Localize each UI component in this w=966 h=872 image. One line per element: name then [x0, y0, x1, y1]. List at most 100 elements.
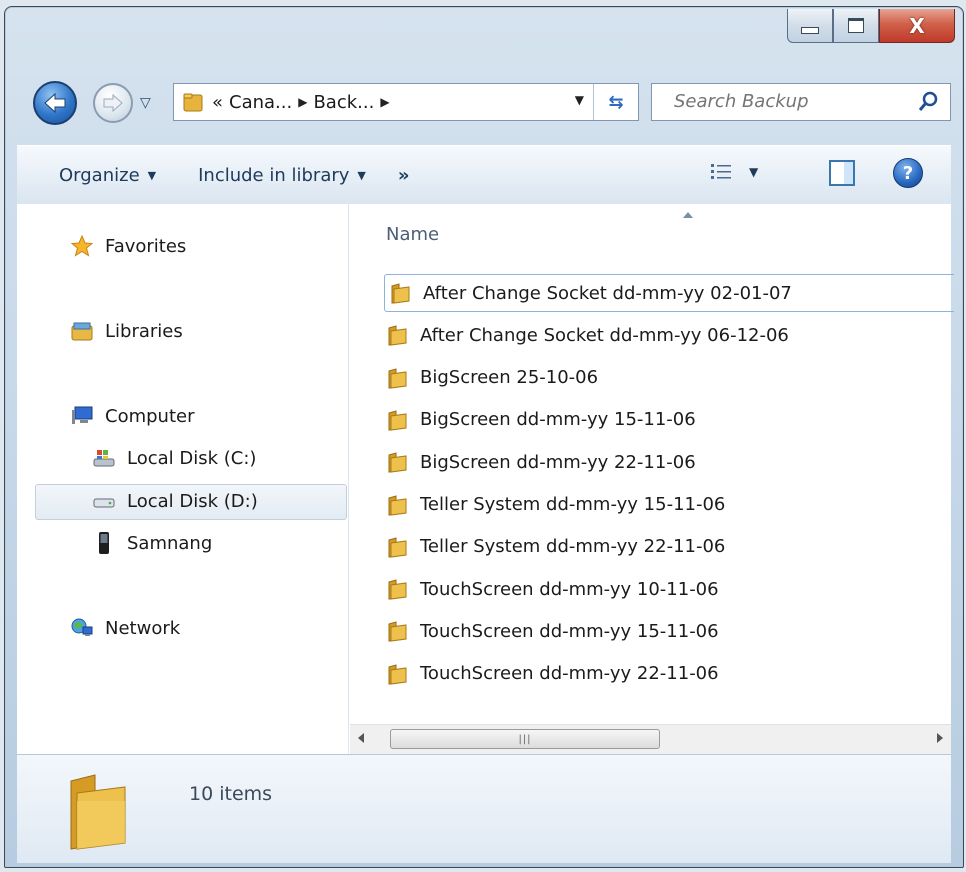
file-row-label: Teller System dd-mm-yy 15-11-06: [420, 494, 726, 515]
horizontal-scrollbar[interactable]: |||: [350, 724, 951, 755]
more-commands-button[interactable]: »: [398, 165, 410, 186]
view-dropdown-icon: ▼: [749, 165, 759, 179]
sidebar-item-label: Favorites: [105, 235, 187, 257]
system-drive-icon: [91, 446, 117, 470]
search-icon[interactable]: [916, 90, 940, 114]
breadcrumb-1[interactable]: Cana...: [229, 92, 292, 113]
folder-icon: [183, 93, 203, 112]
folder-icon: [388, 325, 407, 346]
scroll-left-icon[interactable]: [358, 733, 364, 743]
star-icon: [69, 234, 95, 258]
file-row-label: After Change Socket dd-mm-yy 02-01-07: [423, 282, 792, 304]
sidebar-item-label: Network: [105, 617, 181, 639]
details-view-icon: [711, 164, 731, 179]
navigation-row: ▽ « Cana... ▶ Back... ▶ ▼ ⇆: [5, 73, 963, 133]
drive-icon: [91, 489, 117, 513]
refresh-button[interactable]: ⇆: [593, 84, 638, 120]
forward-arrow-icon: [103, 93, 123, 113]
folder-icon: [388, 367, 407, 389]
folder-icon: [388, 579, 407, 600]
sidebar-item-local-disk-c[interactable]: Local Disk (C:): [91, 446, 256, 470]
file-row-label: TouchScreen dd-mm-yy 22-11-06: [420, 663, 719, 685]
folder-icon: [388, 537, 407, 558]
file-row-label: BigScreen dd-mm-yy 15-11-06: [420, 409, 696, 431]
folder-icon: [70, 774, 126, 850]
breadcrumb-separator-icon[interactable]: ▶: [298, 95, 307, 109]
preview-pane-button[interactable]: [829, 160, 855, 186]
sidebar-item-local-disk-d[interactable]: Local Disk (D:): [91, 489, 258, 513]
change-view-button[interactable]: ▼: [709, 161, 758, 183]
sidebar-item-libraries[interactable]: Libraries: [69, 319, 183, 343]
sidebar-item-label: Local Disk (C:): [127, 447, 257, 469]
folder-icon: [388, 410, 407, 431]
network-icon: [69, 616, 95, 640]
sidebar-item-label: Computer: [105, 405, 195, 427]
file-row[interactable]: After Change Socket dd-mm-yy 06-12-06: [386, 316, 789, 354]
minimize-button[interactable]: [787, 9, 833, 43]
folder-icon: [388, 664, 407, 685]
details-pane: 10 items: [17, 754, 951, 863]
file-row[interactable]: Teller System dd-mm-yy 15-11-06: [386, 486, 725, 524]
scroll-right-icon[interactable]: [937, 733, 943, 743]
file-row[interactable]: After Change Socket dd-mm-yy 02-01-07: [384, 274, 954, 312]
chevron-down-icon: ▼: [147, 168, 157, 182]
content-area: Favorites Libraries Computer Local Disk …: [17, 204, 954, 755]
title-bar[interactable]: X: [5, 7, 963, 65]
organize-menu[interactable]: Organize ▼: [59, 165, 156, 186]
breadcrumb-2[interactable]: Back...: [313, 92, 374, 113]
close-icon: X: [909, 13, 925, 38]
sidebar-item-label: Libraries: [105, 320, 183, 342]
minimize-icon: [801, 27, 819, 34]
sidebar-item-label: Samnang: [127, 532, 213, 554]
folder-icon: [388, 621, 407, 642]
help-icon: ?: [902, 162, 914, 184]
file-row-label: TouchScreen dd-mm-yy 15-11-06: [420, 620, 719, 642]
sidebar-item-network[interactable]: Network: [69, 616, 180, 640]
navigation-pane[interactable]: Favorites Libraries Computer Local Disk …: [17, 204, 349, 754]
recent-pages-chevron-icon[interactable]: ▽: [140, 95, 151, 111]
maximize-button[interactable]: [833, 9, 879, 43]
folder-icon: [391, 283, 410, 304]
file-list-pane[interactable]: Name After Change Socket dd-mm-yy 02-01-…: [350, 204, 954, 755]
file-row-label: Teller System dd-mm-yy 22-11-06: [420, 536, 726, 558]
file-row[interactable]: BigScreen dd-mm-yy 22-11-06: [386, 443, 696, 481]
sidebar-item-samnang[interactable]: Samnang: [91, 531, 212, 555]
computer-icon: [69, 404, 95, 428]
file-row[interactable]: BigScreen 25-10-06: [386, 359, 598, 397]
file-row-label: BigScreen 25-10-06: [420, 367, 599, 389]
column-header-name[interactable]: Name: [386, 224, 439, 245]
sort-ascending-icon: [683, 212, 693, 218]
back-button[interactable]: [33, 81, 77, 125]
phone-icon: [91, 531, 117, 555]
address-bar[interactable]: « Cana... ▶ Back... ▶ ▼ ⇆: [173, 83, 639, 121]
search-input[interactable]: [672, 90, 906, 113]
file-row-label: TouchScreen dd-mm-yy 10-11-06: [420, 578, 719, 600]
sidebar-item-computer[interactable]: Computer: [69, 404, 194, 428]
file-row[interactable]: Teller System dd-mm-yy 22-11-06: [386, 528, 725, 566]
address-dropdown-icon[interactable]: ▼: [575, 93, 584, 107]
help-button[interactable]: ?: [893, 158, 923, 188]
maximize-icon: [848, 18, 864, 33]
file-row[interactable]: TouchScreen dd-mm-yy 22-11-06: [386, 655, 719, 693]
include-in-library-menu[interactable]: Include in library ▼: [198, 165, 366, 186]
item-count: 10 items: [189, 783, 273, 805]
file-row-label: BigScreen dd-mm-yy 22-11-06: [420, 451, 696, 473]
breadcrumb-prefix[interactable]: «: [212, 92, 223, 113]
chevron-down-icon: ▼: [357, 168, 366, 182]
folder-icon: [388, 494, 407, 516]
file-row[interactable]: TouchScreen dd-mm-yy 15-11-06: [386, 612, 719, 650]
sidebar-item-favorites[interactable]: Favorites: [69, 234, 186, 258]
caption-buttons: X: [787, 9, 955, 45]
file-row[interactable]: BigScreen dd-mm-yy 15-11-06: [386, 401, 696, 439]
forward-button[interactable]: [93, 83, 133, 123]
explorer-window: X ▽ « Cana... ▶ Back... ▶ ▼ ⇆ Search Bac…: [4, 6, 964, 868]
folder-icon: [388, 452, 407, 473]
back-arrow-icon: [44, 92, 66, 114]
sidebar-item-label: Local Disk (D:): [127, 490, 258, 512]
file-row-label: After Change Socket dd-mm-yy 06-12-06: [420, 324, 789, 346]
breadcrumb-separator-icon[interactable]: ▶: [380, 95, 389, 109]
file-row[interactable]: TouchScreen dd-mm-yy 10-11-06: [386, 570, 719, 608]
close-button[interactable]: X: [879, 9, 955, 43]
scroll-thumb[interactable]: |||: [390, 729, 660, 749]
search-box[interactable]: [651, 83, 951, 121]
